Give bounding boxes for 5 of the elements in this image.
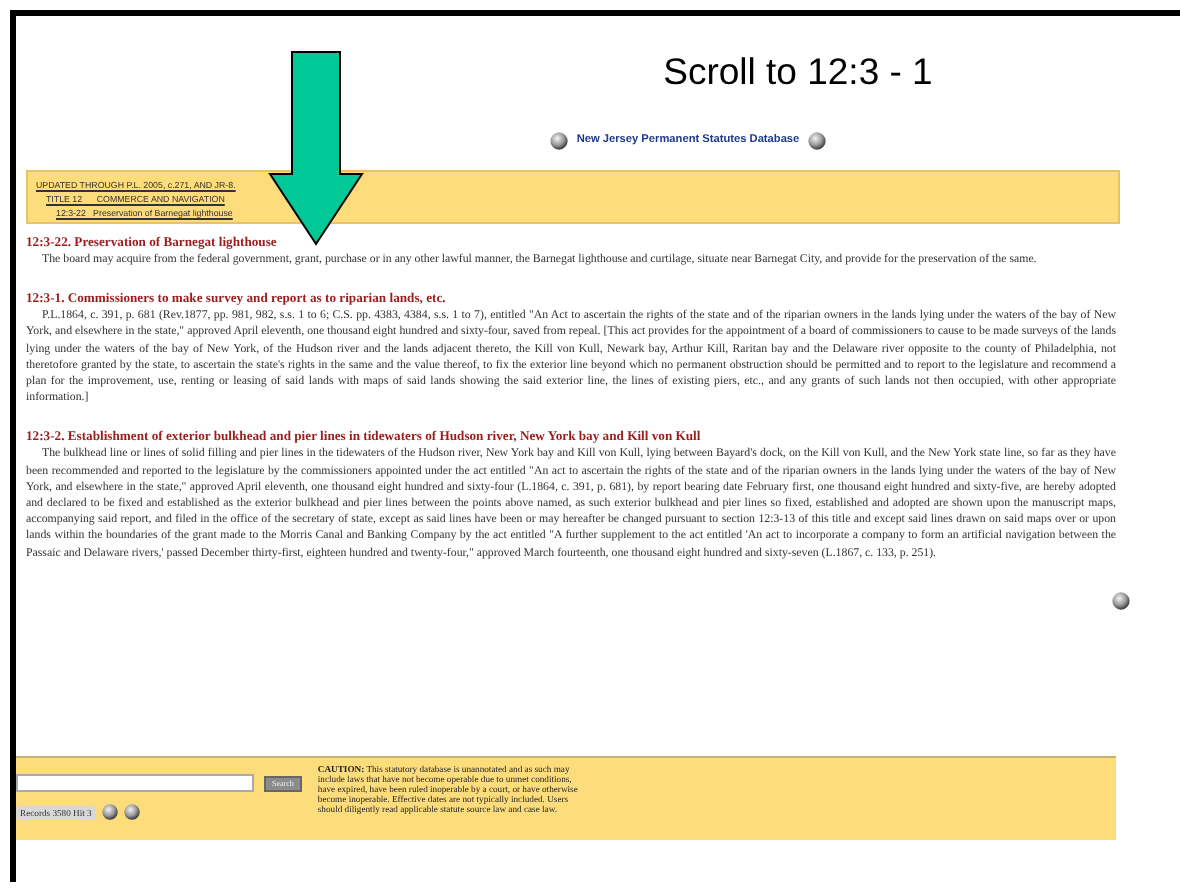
arrow-button[interactable] (550, 131, 569, 149)
search-field[interactable] (16, 774, 254, 792)
arrow-button[interactable] (1112, 591, 1130, 610)
slide-title: Scroll to 12:3 - 1 (663, 50, 933, 96)
arrow-button[interactable] (807, 131, 826, 149)
